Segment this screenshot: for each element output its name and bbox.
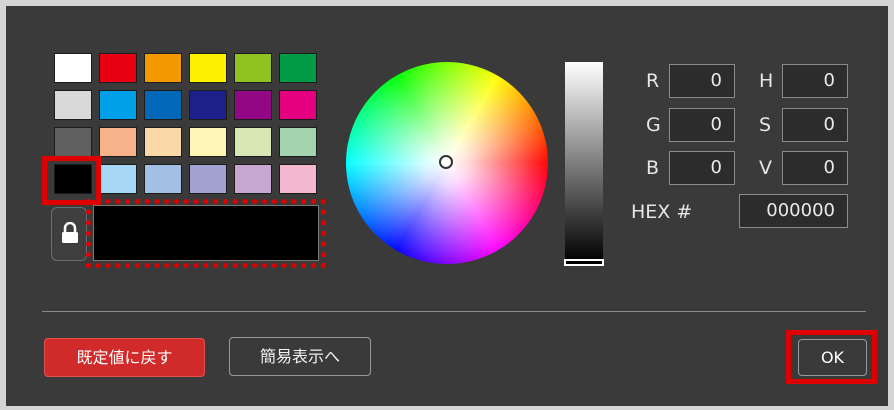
s-field[interactable]: 0 — [782, 108, 848, 142]
ok-button[interactable]: OK — [798, 339, 867, 376]
selected-swatch-highlight — [42, 156, 101, 205]
s-label: S — [759, 114, 772, 136]
h-label: H — [759, 70, 774, 92]
b-label: B — [646, 157, 660, 179]
color-swatch[interactable] — [234, 164, 272, 194]
color-swatch[interactable] — [189, 90, 227, 120]
b-field[interactable]: 0 — [669, 151, 735, 185]
divider — [42, 311, 866, 312]
color-preview — [93, 205, 319, 261]
color-swatch[interactable] — [189, 127, 227, 157]
color-swatch[interactable] — [54, 53, 92, 83]
v-field[interactable]: 0 — [782, 151, 848, 185]
h-field[interactable]: 0 — [782, 64, 848, 98]
brightness-slider[interactable] — [565, 62, 603, 262]
lock-icon — [62, 222, 78, 243]
simple-view-button[interactable]: 簡易表示へ — [229, 337, 371, 376]
color-swatch[interactable] — [234, 53, 272, 83]
color-swatch[interactable] — [99, 127, 137, 157]
color-swatch[interactable] — [189, 164, 227, 194]
brightness-slider-handle[interactable] — [564, 259, 604, 266]
lock-button[interactable] — [51, 207, 87, 261]
color-swatch[interactable] — [144, 53, 182, 83]
color-swatch[interactable] — [144, 127, 182, 157]
color-swatch[interactable] — [54, 90, 92, 120]
hex-field[interactable]: 000000 — [739, 194, 848, 228]
color-swatch[interactable] — [189, 53, 227, 83]
color-swatch[interactable] — [99, 90, 137, 120]
color-swatch[interactable] — [279, 164, 317, 194]
v-label: V — [759, 157, 772, 179]
r-label: R — [646, 70, 660, 92]
color-swatch[interactable] — [279, 127, 317, 157]
hex-label: HEX # — [631, 201, 693, 223]
reset-default-button[interactable]: 既定値に戻す — [44, 338, 205, 377]
color-swatch[interactable] — [144, 164, 182, 194]
color-swatch[interactable] — [54, 127, 92, 157]
color-swatch[interactable] — [234, 127, 272, 157]
r-field[interactable]: 0 — [669, 64, 735, 98]
color-swatch[interactable] — [234, 90, 272, 120]
color-swatch[interactable] — [279, 53, 317, 83]
g-label: G — [646, 114, 661, 136]
color-wheel-cursor[interactable] — [439, 155, 453, 169]
g-field[interactable]: 0 — [669, 108, 735, 142]
color-swatch[interactable] — [99, 53, 137, 83]
color-swatch[interactable] — [99, 164, 137, 194]
color-swatch[interactable] — [279, 90, 317, 120]
color-swatch[interactable] — [144, 90, 182, 120]
